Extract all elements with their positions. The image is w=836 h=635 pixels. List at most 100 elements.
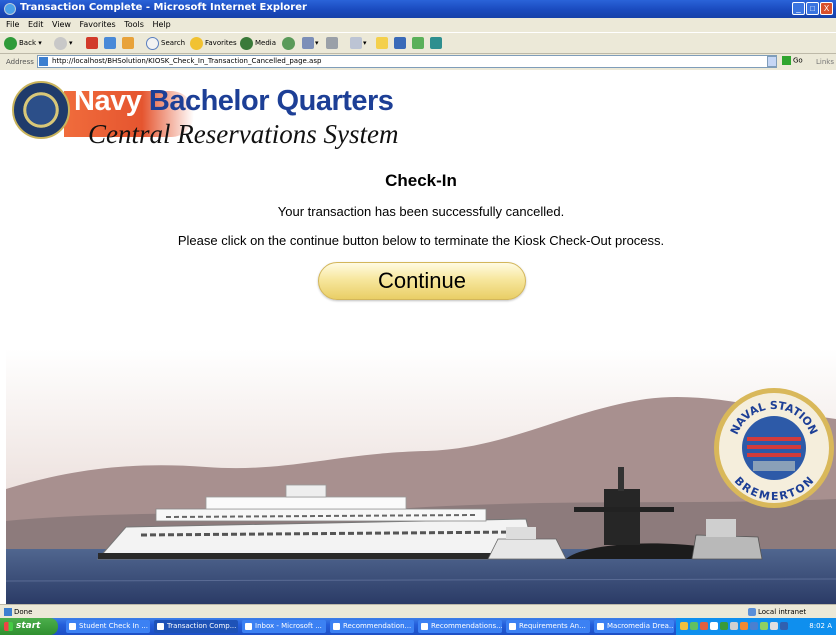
intranet-icon — [748, 608, 756, 616]
title-bar: Transaction Complete - Microsoft Interne… — [0, 0, 836, 18]
edit-button[interactable]: ▾ — [350, 36, 367, 51]
tray-icon[interactable] — [710, 622, 718, 630]
refresh-button[interactable] — [104, 36, 117, 51]
security-zone: Local intranet — [758, 608, 807, 616]
taskbar-item[interactable]: Recommendations... — [418, 620, 502, 633]
address-dropdown[interactable] — [767, 56, 777, 67]
taskbar-item[interactable]: Recommendation... — [330, 620, 414, 633]
search-icon — [146, 36, 159, 50]
window-title: Transaction Complete - Microsoft Interne… — [20, 2, 307, 13]
page-done-icon — [4, 608, 12, 616]
links-label[interactable]: Links — [816, 58, 834, 66]
address-input[interactable]: http://localhost/BHSolution/KIOSK_Check_… — [37, 55, 777, 68]
naval-station-seal: NAVAL STATION BREMERTON — [714, 388, 834, 508]
stop-icon — [86, 37, 98, 49]
research-icon — [394, 37, 406, 49]
menu-help[interactable]: Help — [152, 20, 170, 29]
folder-icon — [376, 37, 388, 49]
clock: 8:02 A — [809, 622, 832, 630]
address-label: Address — [6, 58, 34, 66]
standard-toolbar: Back ▾ ▾ Search Favorites Media ▾ ▾ — [0, 32, 836, 54]
go-button[interactable]: Go — [782, 56, 803, 65]
taskbar-item[interactable]: Requirements An... — [506, 620, 590, 633]
discuss-button[interactable] — [376, 36, 389, 51]
banner-subtitle: Central Reservations System — [88, 119, 399, 149]
app-icon — [597, 623, 604, 630]
media-button[interactable]: Media — [240, 36, 276, 51]
home-icon — [122, 37, 134, 49]
menu-file[interactable]: File — [6, 20, 19, 29]
menu-tools[interactable]: Tools — [124, 20, 144, 29]
home-button[interactable] — [122, 36, 135, 51]
messenger-icon — [412, 37, 424, 49]
page-content: Navy Bachelor Quarters Central Reservati… — [6, 71, 836, 604]
mail-button[interactable]: ▾ — [302, 36, 319, 51]
page-heading: Check-In — [385, 171, 457, 190]
banner-title: Navy Bachelor Quarters — [74, 85, 394, 117]
extra-button[interactable] — [430, 36, 443, 51]
taskbar-item[interactable]: Inbox - Microsoft ... — [242, 620, 326, 633]
search-button[interactable]: Search — [146, 36, 185, 51]
system-tray: 8:02 A — [676, 618, 836, 635]
tray-icon[interactable] — [750, 622, 758, 630]
tray-icon[interactable] — [680, 622, 688, 630]
tray-icon[interactable] — [690, 622, 698, 630]
app-icon — [421, 623, 428, 630]
menu-view[interactable]: View — [52, 20, 71, 29]
star-icon — [190, 36, 203, 50]
tray-icon[interactable] — [720, 622, 728, 630]
messenger-button[interactable] — [412, 36, 425, 51]
tray-icon[interactable] — [770, 622, 778, 630]
maximize-button[interactable]: □ — [806, 2, 819, 15]
continue-button[interactable]: Continue — [318, 262, 526, 300]
print-button[interactable] — [326, 36, 339, 51]
mail-icon — [302, 37, 314, 49]
history-button[interactable] — [282, 36, 297, 51]
navy-seal-logo — [12, 81, 70, 139]
close-button[interactable]: X — [820, 2, 833, 15]
menu-bar: File Edit View Favorites Tools Help — [0, 18, 836, 32]
history-icon — [282, 36, 295, 50]
status-bar: Done Local intranet — [0, 604, 836, 618]
forward-button[interactable]: ▾ — [54, 36, 73, 51]
taskbar-item[interactable]: Macromedia Drea... — [594, 620, 674, 633]
back-button[interactable]: Back ▾ — [4, 36, 42, 51]
extra-icon — [430, 37, 442, 49]
edit-icon — [350, 37, 362, 49]
confirmation-message: Your transaction has been successfully c… — [277, 204, 565, 219]
taskbar-item[interactable]: Student Check In ... — [66, 620, 150, 633]
tray-icon[interactable] — [730, 622, 738, 630]
print-icon — [326, 37, 338, 49]
tray-icon[interactable] — [760, 622, 768, 630]
instruction-message: Please click on the continue button belo… — [177, 233, 665, 248]
refresh-icon — [104, 37, 116, 49]
taskbar: start Student Check In ... Transaction C… — [0, 618, 836, 635]
volume-icon[interactable] — [780, 622, 788, 630]
tray-icon[interactable] — [740, 622, 748, 630]
windows-flag-icon — [4, 622, 13, 631]
research-button[interactable] — [394, 36, 407, 51]
minimize-button[interactable]: _ — [792, 2, 805, 15]
stop-button[interactable] — [86, 36, 99, 51]
media-icon — [240, 36, 253, 50]
page-icon — [39, 57, 48, 66]
address-bar: Address http://localhost/BHSolution/KIOS… — [0, 54, 836, 70]
browser-window: Transaction Complete - Microsoft Interne… — [0, 0, 836, 635]
harbor-photo — [6, 349, 836, 604]
start-button[interactable]: start — [0, 618, 58, 635]
menu-edit[interactable]: Edit — [28, 20, 44, 29]
favorites-button[interactable]: Favorites — [190, 36, 237, 51]
menu-favorites[interactable]: Favorites — [80, 20, 116, 29]
taskbar-item-active[interactable]: Transaction Comp... — [154, 620, 238, 633]
forward-arrow-icon — [54, 36, 67, 50]
app-icon — [245, 623, 252, 630]
go-arrow-icon — [782, 56, 791, 65]
app-icon — [157, 623, 164, 630]
app-icon — [509, 623, 516, 630]
ie-icon — [4, 3, 16, 15]
app-icon — [69, 623, 76, 630]
tray-icon[interactable] — [700, 622, 708, 630]
banner: Navy Bachelor Quarters Central Reservati… — [6, 71, 466, 161]
back-arrow-icon — [4, 36, 17, 50]
app-icon — [333, 623, 340, 630]
